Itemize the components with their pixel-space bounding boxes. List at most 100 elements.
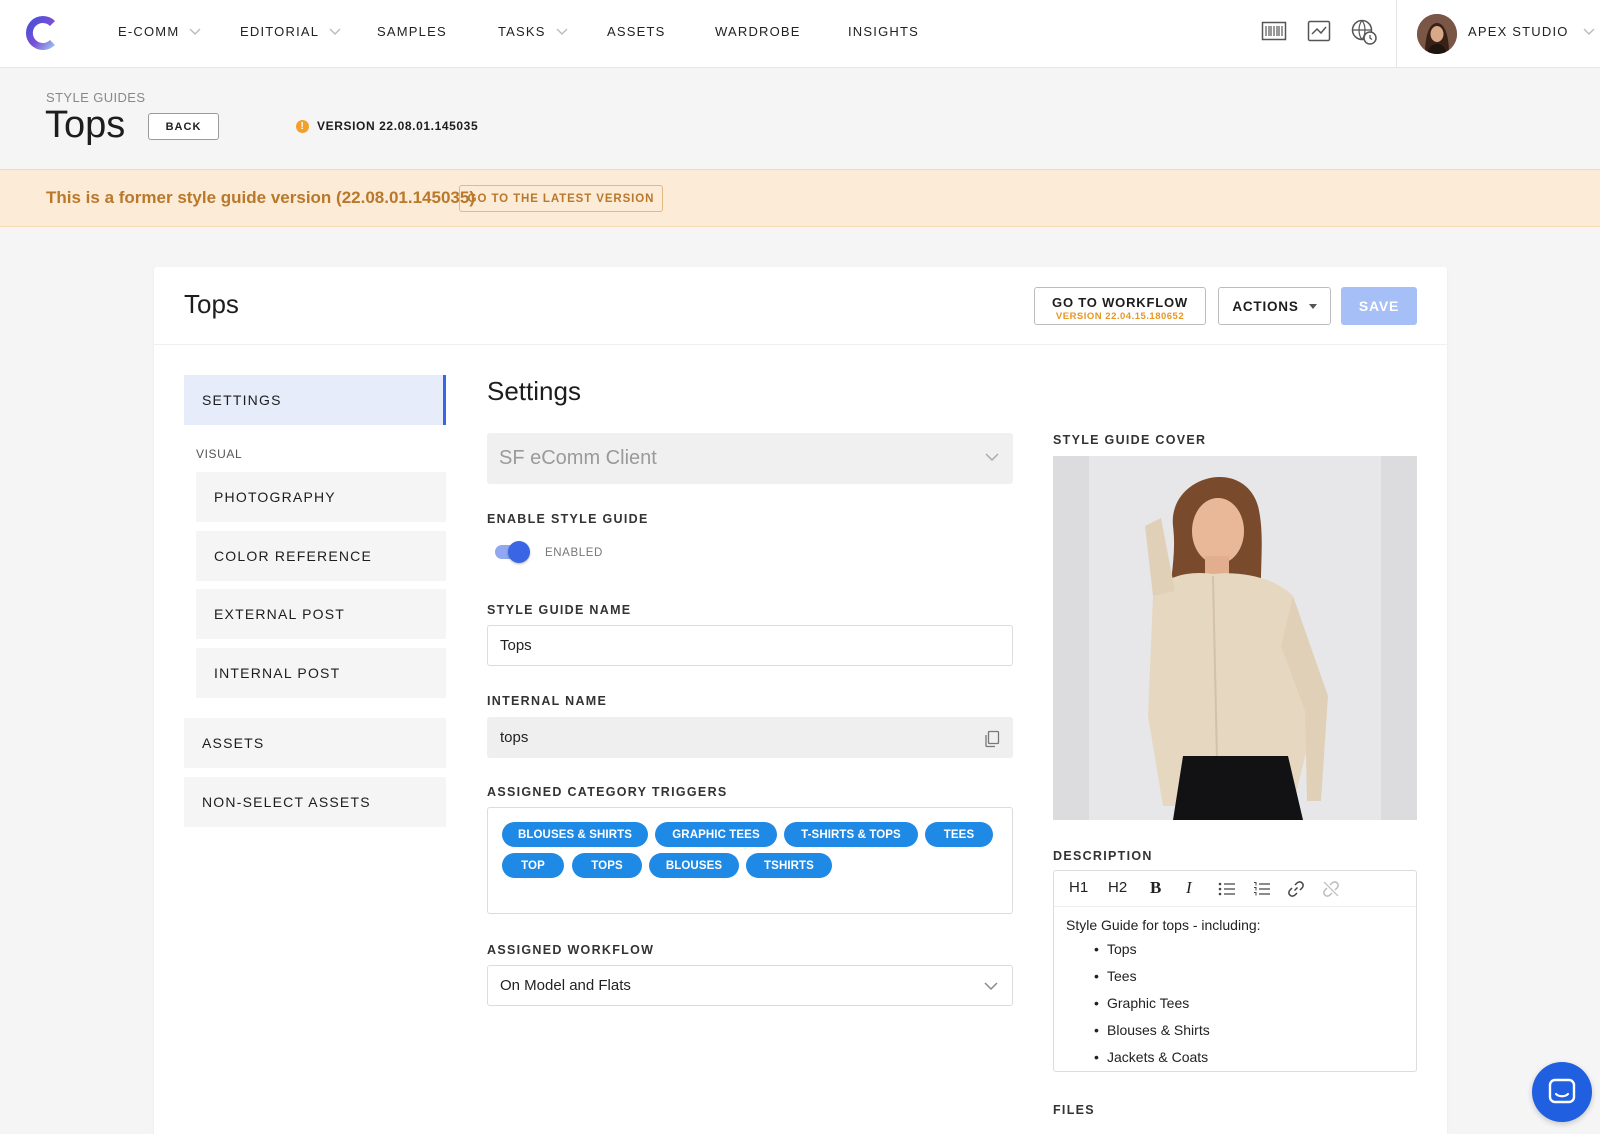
nav-ecomm[interactable]: E-COMM <box>118 24 201 39</box>
caret-down-icon <box>1308 303 1317 309</box>
internal-name-field: tops <box>487 717 1013 758</box>
card-title: Tops <box>184 289 239 319</box>
chat-icon <box>1548 1078 1576 1104</box>
unlink-icon[interactable] <box>1322 880 1340 898</box>
menu-assets[interactable]: ASSETS <box>184 718 446 768</box>
back-button[interactable]: BACK <box>148 113 219 140</box>
list-item: Tees <box>1094 968 1210 995</box>
nav-assets[interactable]: ASSETS <box>607 24 666 39</box>
heading1-button[interactable]: H1 <box>1069 879 1088 896</box>
studio-switcher[interactable]: APEX STUDIO <box>1468 24 1595 39</box>
menu-external-post-label: EXTERNAL POST <box>214 606 345 622</box>
style-guide-card: Tops GO TO WORKFLOW VERSION 22.04.15.180… <box>154 267 1447 1134</box>
activity-chart-icon[interactable] <box>1306 18 1332 44</box>
list-item: Jackets & Coats <box>1094 1049 1210 1076</box>
nav-wardrobe-label: WARDROBE <box>715 24 801 39</box>
former-version-banner: This is a former style guide version (22… <box>0 169 1600 227</box>
nav-insights[interactable]: INSIGHTS <box>848 24 919 39</box>
nav-tasks[interactable]: TASKS <box>498 24 568 39</box>
nav-editorial-label: EDITORIAL <box>240 24 320 39</box>
assigned-workflow-value: On Model and Flats <box>500 977 631 994</box>
tag-tops[interactable]: TOPS <box>572 853 642 878</box>
client-select[interactable]: SF eComm Client <box>487 433 1013 484</box>
version-indicator: ! VERSION 22.08.01.145035 <box>296 119 478 133</box>
menu-settings[interactable]: SETTINGS <box>184 375 446 425</box>
go-to-latest-version-button[interactable]: GO TO THE LATEST VERSION <box>459 185 663 212</box>
menu-color-reference-label: COLOR REFERENCE <box>214 548 373 564</box>
tag-top[interactable]: TOP <box>502 853 564 878</box>
menu-external-post[interactable]: EXTERNAL POST <box>196 589 446 639</box>
save-button[interactable]: SAVE <box>1341 287 1417 325</box>
assigned-workflow-select[interactable]: On Model and Flats <box>487 965 1013 1006</box>
style-guide-cover-image[interactable] <box>1053 456 1417 820</box>
internal-name-label: INTERNAL NAME <box>487 694 608 708</box>
bold-button[interactable]: B <box>1150 878 1161 898</box>
menu-settings-label: SETTINGS <box>202 392 282 408</box>
list-item: Tops <box>1094 941 1210 968</box>
enable-style-guide-label: ENABLE STYLE GUIDE <box>487 512 649 526</box>
tag-tshirts[interactable]: TSHIRTS <box>746 853 832 878</box>
enable-toggle-state: ENABLED <box>545 547 603 559</box>
copy-icon[interactable] <box>984 730 1000 748</box>
internal-name-value: tops <box>500 729 529 746</box>
chevron-down-icon <box>985 453 999 462</box>
description-editor[interactable]: H1 H2 B I Style Guide for tops - includi… <box>1053 870 1417 1072</box>
bullet-list-icon[interactable] <box>1218 881 1236 897</box>
studio-name: APEX STUDIO <box>1468 24 1569 39</box>
italic-button[interactable]: I <box>1186 878 1192 898</box>
nav-tasks-label: TASKS <box>498 24 546 39</box>
nav-samples[interactable]: SAMPLES <box>377 24 447 39</box>
tag-t-shirts-tops[interactable]: T-SHIRTS & TOPS <box>784 822 918 847</box>
tag-blouses-shirts[interactable]: BLOUSES & SHIRTS <box>502 822 648 847</box>
menu-visual-label: VISUAL <box>196 447 243 461</box>
barcode-icon[interactable] <box>1261 18 1287 44</box>
menu-internal-post-label: INTERNAL POST <box>214 665 341 681</box>
menu-assets-label: ASSETS <box>202 735 265 751</box>
tag-graphic-tees[interactable]: GRAPHIC TEES <box>655 822 777 847</box>
chevron-down-icon <box>556 28 568 35</box>
menu-color-reference[interactable]: COLOR REFERENCE <box>196 531 446 581</box>
chevron-down-icon <box>984 982 998 991</box>
editor-toolbar: H1 H2 B I <box>1054 871 1416 907</box>
chat-support-button[interactable] <box>1532 1062 1592 1122</box>
style-guide-cover-label: STYLE GUIDE COVER <box>1053 433 1207 447</box>
nav-editorial[interactable]: EDITORIAL <box>240 24 341 39</box>
nav-samples-label: SAMPLES <box>377 24 447 39</box>
nav-assets-label: ASSETS <box>607 24 666 39</box>
chevron-down-icon <box>189 28 201 35</box>
category-triggers-label: ASSIGNED CATEGORY TRIGGERS <box>487 785 728 799</box>
style-guide-name-input[interactable]: Tops <box>487 625 1013 666</box>
tag-blouses[interactable]: BLOUSES <box>649 853 739 878</box>
description-list: Tops Tees Graphic Tees Blouses & Shirts … <box>1094 941 1210 1076</box>
card-header: Tops GO TO WORKFLOW VERSION 22.04.15.180… <box>154 267 1447 345</box>
workflow-version-label: VERSION 22.04.15.180652 <box>1055 311 1185 322</box>
menu-photography[interactable]: PHOTOGRAPHY <box>196 472 446 522</box>
tag-tees[interactable]: TEES <box>925 822 993 847</box>
globe-clock-icon[interactable] <box>1350 18 1378 46</box>
category-triggers-box[interactable]: BLOUSES & SHIRTS GRAPHIC TEES T-SHIRTS &… <box>487 807 1013 914</box>
app-logo[interactable] <box>22 12 62 54</box>
banner-message: This is a former style guide version (22… <box>46 188 475 207</box>
list-item: Blouses & Shirts <box>1094 1022 1210 1049</box>
list-item: Graphic Tees <box>1094 995 1210 1022</box>
nav-divider <box>1396 0 1397 68</box>
heading2-button[interactable]: H2 <box>1108 879 1127 896</box>
enable-toggle-knob[interactable] <box>508 541 530 563</box>
settings-title: Settings <box>487 376 581 406</box>
go-to-workflow-label: GO TO WORKFLOW <box>1052 295 1188 310</box>
link-icon[interactable] <box>1287 880 1305 898</box>
top-navigation: E-COMM EDITORIAL SAMPLES TASKS ASSETS WA… <box>0 0 1600 68</box>
go-to-workflow-button[interactable]: GO TO WORKFLOW VERSION 22.04.15.180652 <box>1034 287 1206 325</box>
description-label: DESCRIPTION <box>1053 849 1153 863</box>
actions-button[interactable]: ACTIONS <box>1218 287 1331 325</box>
avatar[interactable] <box>1417 14 1457 54</box>
actions-label: ACTIONS <box>1232 298 1299 314</box>
warning-icon: ! <box>296 119 309 133</box>
nav-wardrobe[interactable]: WARDROBE <box>715 24 801 39</box>
page-title: Tops <box>45 104 126 146</box>
chevron-down-icon <box>1583 28 1595 35</box>
numbered-list-icon[interactable] <box>1253 881 1271 897</box>
menu-non-select-assets[interactable]: NON-SELECT ASSETS <box>184 777 446 827</box>
breadcrumb[interactable]: STYLE GUIDES <box>46 90 145 105</box>
menu-internal-post[interactable]: INTERNAL POST <box>196 648 446 698</box>
